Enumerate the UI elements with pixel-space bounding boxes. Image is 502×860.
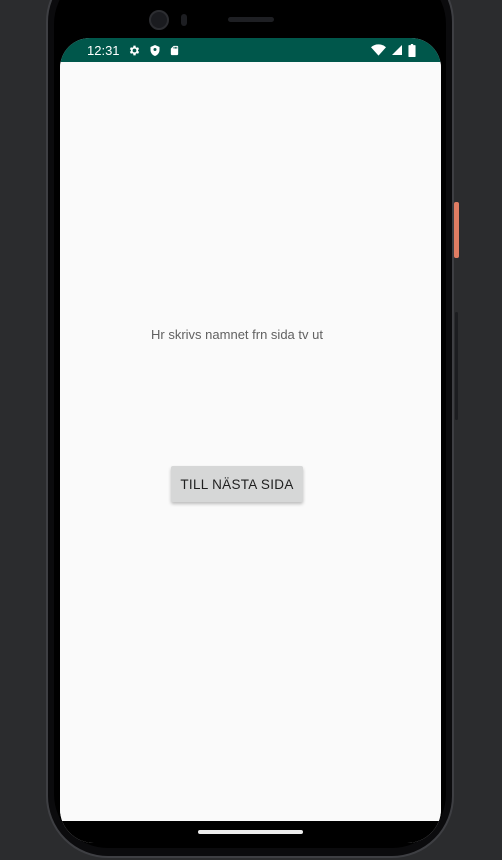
device-screen: 12:31 Hr skrivs namnet frn sida tv ut TI… <box>60 38 441 843</box>
shield-icon <box>149 44 161 57</box>
home-gesture-handle[interactable] <box>198 830 303 834</box>
status-time: 12:31 <box>87 42 120 58</box>
cell-signal-icon <box>391 44 403 56</box>
front-camera-icon <box>149 10 169 30</box>
page-name-label: Hr skrivs namnet frn sida tv ut <box>151 327 323 342</box>
next-page-button[interactable]: TILL NÄSTA SIDA <box>171 466 303 502</box>
sd-card-icon <box>169 44 180 57</box>
battery-icon <box>408 43 416 57</box>
power-button[interactable] <box>454 202 459 258</box>
wifi-icon <box>371 44 386 56</box>
proximity-sensor <box>181 14 187 26</box>
status-bar: 12:31 <box>60 38 441 62</box>
status-icons-left <box>128 44 180 57</box>
status-icons-right <box>371 43 416 57</box>
earpiece-speaker <box>228 17 274 22</box>
app-content: Hr skrivs namnet frn sida tv ut TILL NÄS… <box>60 62 441 821</box>
gear-icon <box>128 44 141 57</box>
volume-button[interactable] <box>455 312 458 420</box>
navigation-bar <box>60 821 441 843</box>
